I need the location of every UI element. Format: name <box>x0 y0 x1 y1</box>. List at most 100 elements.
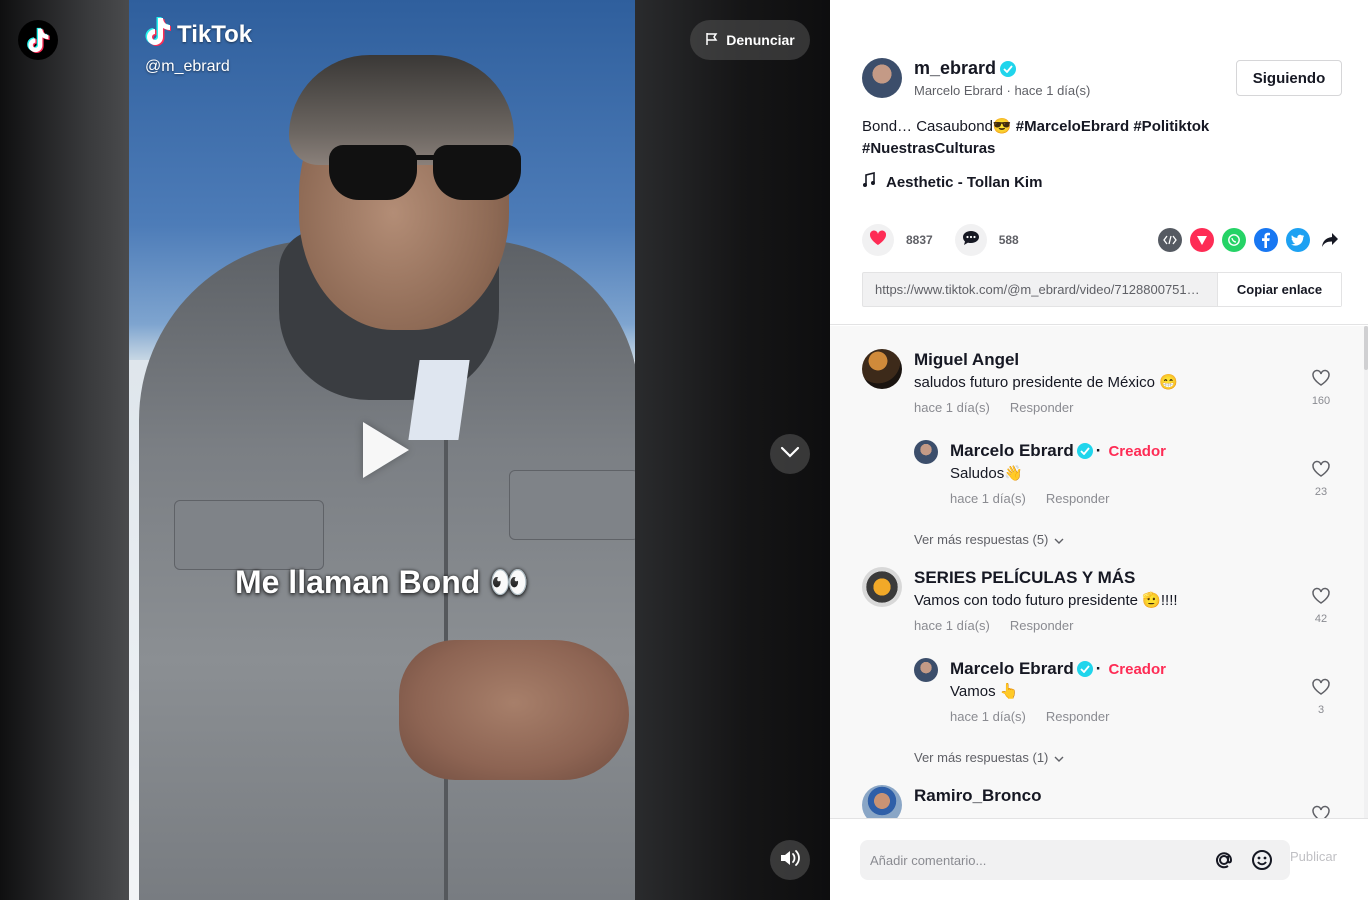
reply-button[interactable]: Responder <box>1010 400 1074 415</box>
volume-icon <box>779 848 801 873</box>
chevron-down-icon <box>1054 532 1064 547</box>
commenter-avatar[interactable] <box>862 567 902 607</box>
embed-icon[interactable] <box>1158 228 1182 252</box>
creator-badge: Creador <box>1108 660 1166 678</box>
comment-like-button[interactable]: 160 <box>1302 369 1340 407</box>
engagement-bar: 8837 588 <box>862 224 1029 256</box>
reply-like-button[interactable]: 23 <box>1302 460 1340 498</box>
comment-text: saludos futuro presidente de México 😁 <box>914 374 1178 391</box>
view-more-replies[interactable]: Ver más respuestas (1) <box>914 750 1064 765</box>
author-avatar[interactable] <box>862 58 902 98</box>
video-link-url[interactable]: https://www.tiktok.com/@m_ebrard/video/7… <box>863 273 1217 306</box>
sunglasses <box>329 145 524 200</box>
reply-author[interactable]: Marcelo Ebrard · Creador <box>950 659 1166 679</box>
reply-item: Marcelo Ebrard · Creador Saludos👋 hace 1… <box>914 440 1342 510</box>
commenter-name[interactable]: Miguel Angel <box>914 350 1019 370</box>
comment-like-count: 160 <box>1311 395 1331 407</box>
twitter-icon[interactable] <box>1286 228 1310 252</box>
comment-like-count: 42 <box>1314 613 1328 625</box>
heart-outline-icon <box>1311 587 1331 609</box>
comment-item: Miguel Angel saludos futuro presidente d… <box>862 349 1342 419</box>
hashtag-link[interactable]: #MarceloEbrard <box>1016 118 1129 135</box>
next-video-button[interactable] <box>770 434 810 474</box>
comment-like-button[interactable]: 42 <box>1302 587 1340 625</box>
chevron-down-icon <box>780 445 800 463</box>
send-icon[interactable] <box>1190 228 1214 252</box>
post-comment-button[interactable]: Publicar <box>1290 849 1337 864</box>
hashtag-link[interactable]: #NuestrasCulturas <box>862 140 995 157</box>
reply-meta: hace 1 día(s) Responder <box>950 709 1110 724</box>
view-more-replies[interactable]: Ver más respuestas (5) <box>914 532 1064 547</box>
commenter-avatar[interactable] <box>862 349 902 389</box>
comment-list[interactable]: Miguel Angel saludos futuro presidente d… <box>830 326 1368 818</box>
comment-input-bar: Publicar <box>830 818 1368 900</box>
creator-badge: Creador <box>1108 442 1166 460</box>
following-button[interactable]: Siguiendo <box>1236 60 1342 96</box>
flag-icon <box>705 32 719 49</box>
video-pane[interactable]: TikTok @m_ebrard Me llaman Bond 👀 Denunc… <box>0 0 830 900</box>
comment-like-button[interactable] <box>1302 805 1340 818</box>
heart-icon <box>869 229 887 251</box>
mention-icon[interactable] <box>1212 848 1236 872</box>
facebook-icon[interactable] <box>1254 228 1278 252</box>
verified-badge-icon <box>1000 60 1017 77</box>
heart-outline-icon <box>1311 678 1331 700</box>
music-title: Aesthetic - Tollan Kim <box>886 173 1043 191</box>
reply-author[interactable]: Marcelo Ebrard · Creador <box>950 441 1166 461</box>
comment-scrollbar[interactable] <box>1364 326 1368 818</box>
report-button[interactable]: Denunciar <box>690 20 810 60</box>
reply-item: Marcelo Ebrard · Creador Vamos 👆 hace 1 … <box>914 658 1342 728</box>
music-link[interactable]: Aesthetic - Tollan Kim <box>862 171 1043 192</box>
comment-item: SERIES PELÍCULAS Y MÁS Vamos con todo fu… <box>862 567 1342 637</box>
music-note-icon <box>862 171 876 192</box>
share-icons <box>1158 228 1342 252</box>
heart-outline-icon <box>1311 460 1331 482</box>
like-button[interactable] <box>862 224 894 256</box>
reply-text: Vamos 👆 <box>950 683 1019 700</box>
video-description: Bond… Casaubond😎 #MarceloEbrard #Politik… <box>862 118 1210 157</box>
comment-bubble-icon <box>962 230 980 251</box>
comment-item: Ramiro_Bronco <box>862 785 1342 818</box>
author-username: m_ebrard <box>914 58 997 78</box>
author-username-link[interactable]: m_ebrard <box>914 58 1017 79</box>
comment-count: 588 <box>998 233 1019 247</box>
video-link-box: https://www.tiktok.com/@m_ebrard/video/7… <box>862 272 1342 307</box>
reply-button[interactable]: Responder <box>1010 618 1074 633</box>
commenter-name[interactable]: SERIES PELÍCULAS Y MÁS <box>914 568 1135 588</box>
copy-link-button[interactable]: Copiar enlace <box>1217 273 1341 306</box>
reply-button[interactable]: Responder <box>1046 491 1110 506</box>
volume-button[interactable] <box>770 840 810 880</box>
video-caption: Me llaman Bond 👀 <box>234 564 530 600</box>
comment-meta: hace 1 día(s) Responder <box>914 618 1074 633</box>
tiktok-logo-icon[interactable] <box>18 20 58 60</box>
emoji-icon[interactable] <box>1250 848 1274 872</box>
report-label: Denunciar <box>726 32 795 48</box>
reply-avatar[interactable] <box>914 440 938 464</box>
commenter-name[interactable]: Ramiro_Bronco <box>914 786 1042 806</box>
video-person-hands <box>399 640 629 780</box>
reply-avatar[interactable] <box>914 658 938 682</box>
video-watermark: TikTok @m_ebrard <box>145 16 252 76</box>
commenter-avatar[interactable] <box>862 785 902 818</box>
video-info: m_ebrard Marcelo Ebrard · hace 1 día(s) … <box>830 0 1368 325</box>
reply-meta: hace 1 día(s) Responder <box>950 491 1110 506</box>
comment-text: Vamos con todo futuro presidente 🫡!!!! <box>914 592 1178 609</box>
share-arrow-icon[interactable] <box>1318 228 1342 252</box>
heart-outline-icon <box>1311 369 1331 391</box>
heart-outline-icon <box>1311 805 1331 818</box>
comment-meta: hace 1 día(s) Responder <box>914 400 1073 415</box>
author-meta: Marcelo Ebrard · hace 1 día(s) <box>914 83 1091 98</box>
verified-badge-icon <box>1076 661 1093 677</box>
watermark-username: @m_ebrard <box>145 58 230 75</box>
verified-badge-icon <box>1076 443 1093 459</box>
reply-like-button[interactable]: 3 <box>1302 678 1340 716</box>
chevron-down-icon <box>1054 750 1064 765</box>
whatsapp-icon[interactable] <box>1222 228 1246 252</box>
play-icon[interactable] <box>363 422 409 478</box>
comment-button[interactable] <box>954 224 987 256</box>
like-count: 8837 <box>906 233 933 247</box>
hashtag-link[interactable]: #Politiktok <box>1133 118 1209 135</box>
reply-like-count: 3 <box>1317 704 1325 716</box>
detail-panel: m_ebrard Marcelo Ebrard · hace 1 día(s) … <box>830 0 1368 900</box>
reply-button[interactable]: Responder <box>1046 709 1110 724</box>
